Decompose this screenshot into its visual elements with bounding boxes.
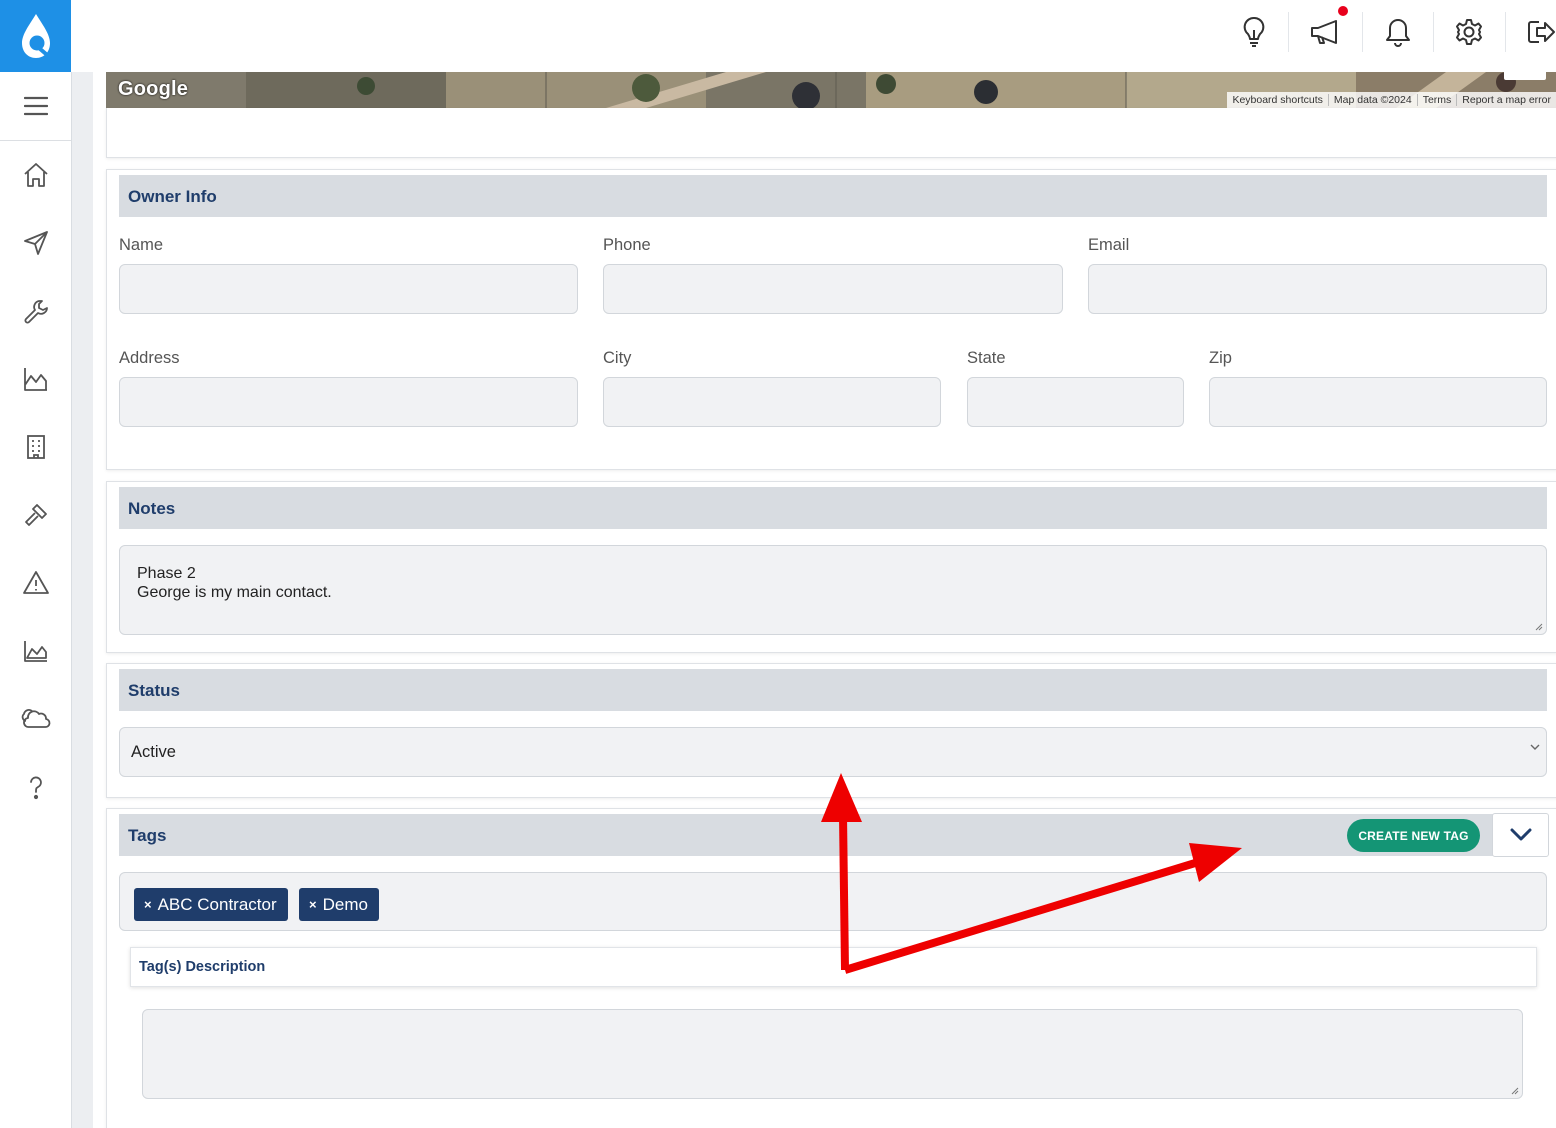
sidebar-item-navigation[interactable] xyxy=(0,221,71,265)
map-data-text: Map data ©2024 xyxy=(1327,94,1417,106)
status-select[interactable]: Active xyxy=(119,727,1547,777)
tag-chip[interactable]: × ABC Contractor xyxy=(134,888,288,921)
announcements-button[interactable] xyxy=(1300,6,1352,54)
sidebar-item-tools[interactable] xyxy=(0,493,71,537)
zip-field[interactable] xyxy=(1209,377,1547,427)
sidebar-item-home[interactable] xyxy=(0,153,71,197)
help-icon xyxy=(29,776,42,800)
email-label: Email xyxy=(1088,236,1130,254)
name-field[interactable] xyxy=(119,264,578,314)
menu-icon xyxy=(23,96,48,116)
settings-button[interactable] xyxy=(1443,10,1495,54)
remove-tag-icon[interactable]: × xyxy=(309,897,317,912)
name-label: Name xyxy=(119,236,164,254)
sidebar-item-service[interactable] xyxy=(0,289,71,333)
map-view[interactable]: Google Keyboard shortcuts Map data ©2024… xyxy=(106,72,1556,108)
report-map-error-link[interactable]: Report a map error xyxy=(1456,94,1556,106)
tag-chip[interactable]: × Demo xyxy=(299,888,379,921)
top-bar xyxy=(71,0,1556,72)
sidebar xyxy=(0,72,72,1128)
resize-handle-icon[interactable] xyxy=(1535,623,1543,631)
app-logo[interactable] xyxy=(0,0,71,72)
map-attribution: Keyboard shortcuts Map data ©2024 Terms … xyxy=(1227,92,1556,108)
topbar-divider xyxy=(1362,12,1363,52)
topbar-divider xyxy=(1505,12,1506,52)
warning-icon xyxy=(22,571,49,594)
status-header: Status xyxy=(119,669,1547,711)
sidebar-item-help[interactable] xyxy=(0,765,71,809)
remove-tag-icon[interactable]: × xyxy=(144,897,152,912)
tags-input[interactable]: × ABC Contractor × Demo xyxy=(119,872,1547,931)
create-new-tag-button[interactable]: CREATE NEW TAG xyxy=(1347,819,1480,852)
phone-label: Phone xyxy=(603,236,651,254)
hammer-icon xyxy=(24,504,47,526)
home-icon xyxy=(23,163,48,187)
topbar-divider xyxy=(1433,12,1434,52)
map-card xyxy=(106,108,1556,158)
chart-icon xyxy=(23,368,47,391)
owner-info-header: Owner Info xyxy=(119,175,1547,217)
notifications-button[interactable] xyxy=(1372,10,1424,54)
notification-dot xyxy=(1338,6,1348,16)
section-title: Owner Info xyxy=(128,187,217,206)
sidebar-item-properties[interactable] xyxy=(0,425,71,469)
city-label: City xyxy=(603,349,632,367)
section-title: Status xyxy=(128,681,180,700)
state-label: State xyxy=(967,349,1006,367)
tags-collapse-button[interactable] xyxy=(1492,813,1549,857)
area-chart-icon xyxy=(23,641,47,662)
notes-textarea[interactable]: Phase 2 George is my main contact. xyxy=(119,545,1547,635)
tags-header: Tags xyxy=(119,814,1547,856)
zip-label: Zip xyxy=(1209,349,1232,367)
sidebar-item-weather[interactable] xyxy=(0,697,71,741)
google-map-logo: Google xyxy=(118,78,189,100)
navigation-icon xyxy=(23,231,48,255)
megaphone-icon xyxy=(1311,20,1337,44)
city-field[interactable] xyxy=(603,377,941,427)
topbar-divider xyxy=(1288,12,1289,52)
map-control[interactable] xyxy=(1504,72,1546,80)
sidebar-item-reports[interactable] xyxy=(0,357,71,401)
tag-description-title: Tag(s) Description xyxy=(139,959,266,975)
state-field[interactable] xyxy=(967,377,1184,427)
lightbulb-icon xyxy=(1243,16,1265,47)
chevron-down-icon xyxy=(1510,828,1531,841)
tag-description-textarea[interactable] xyxy=(142,1009,1523,1099)
menu-button[interactable] xyxy=(0,84,71,128)
terms-link[interactable]: Terms xyxy=(1416,94,1457,106)
sidebar-divider xyxy=(0,140,71,141)
phone-field[interactable] xyxy=(603,264,1063,314)
section-title: Notes xyxy=(128,499,176,518)
building-icon xyxy=(26,435,45,459)
tag-chip-label: ABC Contractor xyxy=(157,894,277,914)
cloud-icon xyxy=(21,709,50,728)
main-content: Google Keyboard shortcuts Map data ©2024… xyxy=(93,72,1556,1128)
sidebar-item-analytics[interactable] xyxy=(0,629,71,673)
resize-handle-icon[interactable] xyxy=(1511,1087,1519,1095)
bell-icon xyxy=(1386,19,1410,47)
tag-description-header: Tag(s) Description xyxy=(130,947,1537,987)
logout-icon xyxy=(1528,21,1555,43)
tips-button[interactable] xyxy=(1228,10,1280,54)
logout-button[interactable] xyxy=(1515,10,1556,54)
tag-chip-label: Demo xyxy=(322,894,368,914)
email-field[interactable] xyxy=(1088,264,1547,314)
notes-line: Phase 2 xyxy=(137,565,196,582)
status-selected-value: Active xyxy=(131,743,176,761)
gear-icon xyxy=(1456,19,1482,45)
section-title: Tags xyxy=(128,826,167,845)
keyboard-shortcuts-link[interactable]: Keyboard shortcuts xyxy=(1227,94,1327,106)
water-drop-logo-icon xyxy=(21,14,50,58)
notes-header: Notes xyxy=(119,487,1547,529)
sidebar-item-alerts[interactable] xyxy=(0,561,71,605)
notes-line: George is my main contact. xyxy=(137,584,332,601)
chevron-down-icon xyxy=(1530,744,1540,750)
address-label: Address xyxy=(119,349,180,367)
address-field[interactable] xyxy=(119,377,578,427)
wrench-icon xyxy=(24,300,48,324)
